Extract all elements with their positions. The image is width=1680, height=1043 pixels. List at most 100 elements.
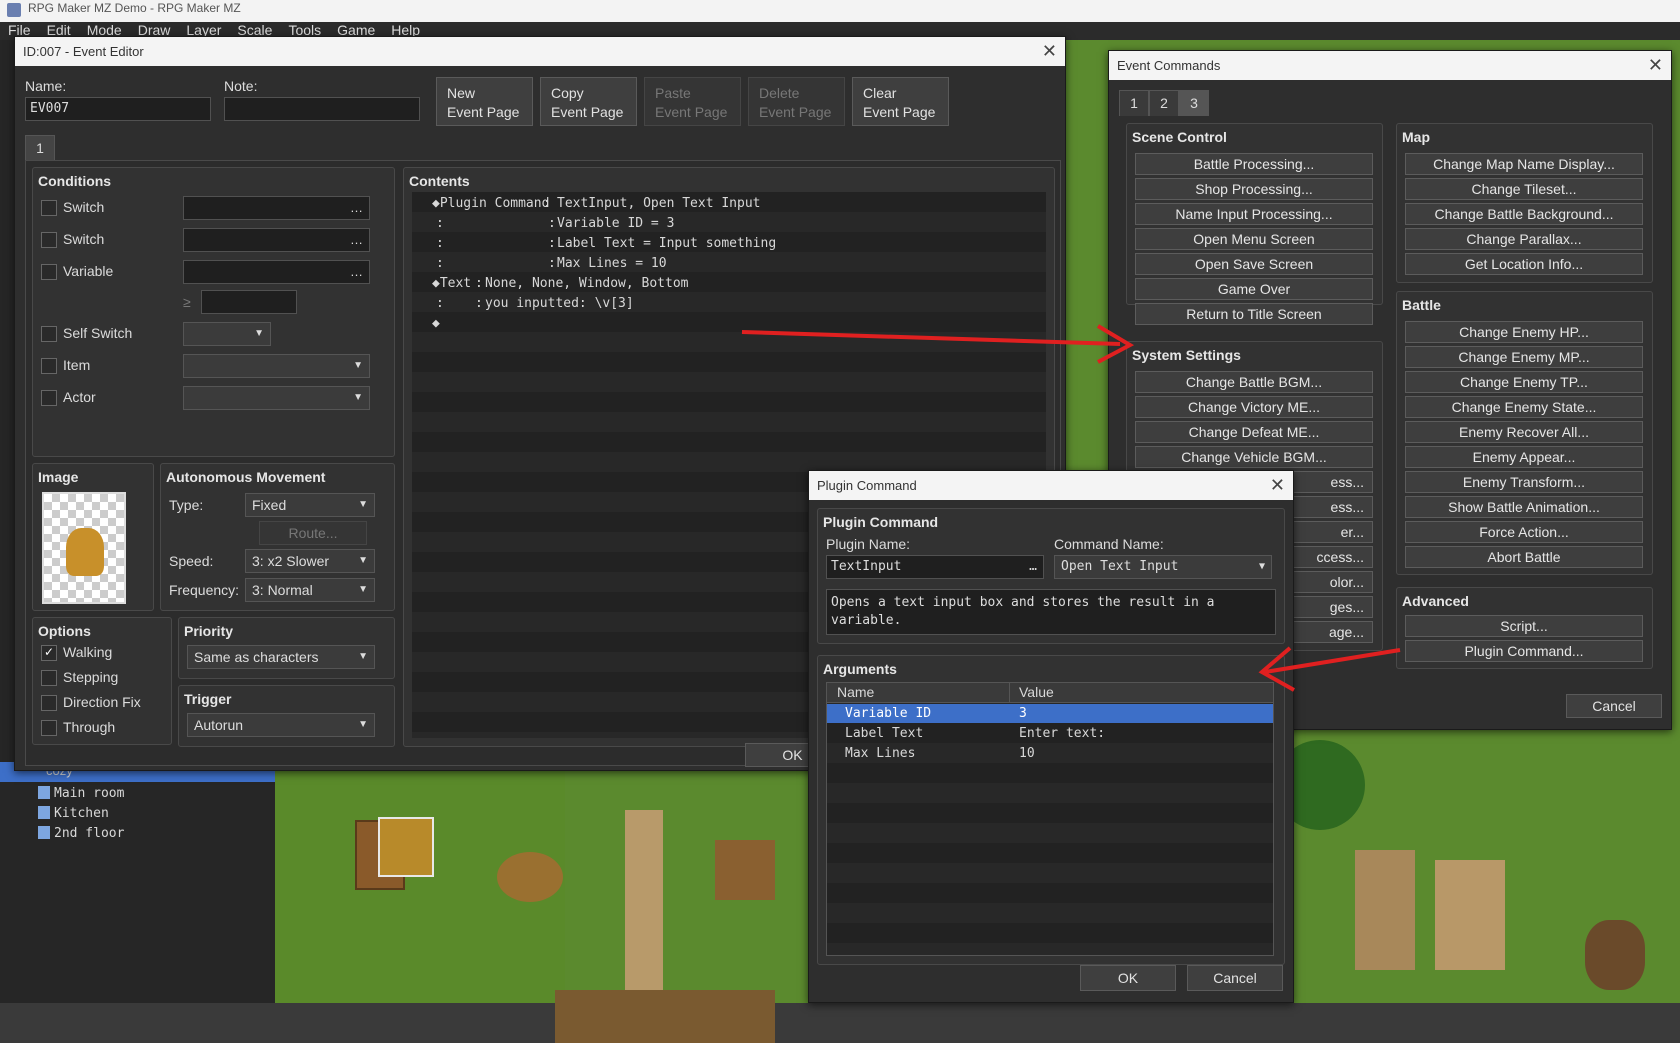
name-label: Name: — [25, 78, 67, 94]
change-map-name-display-button[interactable]: Change Map Name Display... — [1405, 153, 1643, 175]
enemy-recover-all-button[interactable]: Enemy Recover All... — [1405, 421, 1643, 443]
options-title: Options — [38, 623, 91, 639]
switch1-field[interactable]: … — [183, 196, 370, 220]
return-to-title-button[interactable]: Return to Title Screen — [1135, 303, 1373, 325]
chevron-down-icon: ▼ — [358, 719, 368, 730]
command-row[interactable]: :: Label Text = Input something — [412, 234, 1046, 253]
speed-label: Speed: — [169, 553, 214, 569]
frequency-dropdown[interactable]: 3: Normal ▼ — [245, 578, 375, 602]
name-field[interactable]: EV007 — [25, 97, 211, 121]
close-icon[interactable]: ✕ — [1270, 471, 1285, 500]
item-checkbox[interactable] — [41, 358, 57, 374]
priority-group: Priority Same as characters ▼ — [178, 617, 395, 679]
show-battle-animation-button[interactable]: Show Battle Animation... — [1405, 496, 1643, 518]
switch2-field[interactable]: … — [183, 228, 370, 252]
map-icon — [38, 806, 50, 819]
plugin-command-button[interactable]: Plugin Command... — [1405, 640, 1643, 662]
variable-label: Variable — [63, 263, 114, 279]
command-name-dropdown[interactable]: Open Text Input ▼ — [1054, 555, 1272, 579]
note-field[interactable] — [224, 97, 420, 121]
force-action-button[interactable]: Force Action... — [1405, 521, 1643, 543]
change-enemy-state-button[interactable]: Change Enemy State... — [1405, 396, 1643, 418]
stepping-label: Stepping — [63, 669, 119, 685]
switch1-checkbox[interactable] — [41, 200, 57, 216]
abort-battle-button[interactable]: Abort Battle — [1405, 546, 1643, 568]
plugin-description: Opens a text input box and stores the re… — [826, 589, 1276, 635]
command-row[interactable]: :: Max Lines = 10 — [412, 254, 1046, 273]
chevron-down-icon: ▼ — [358, 584, 368, 595]
variable-field[interactable]: … — [183, 260, 370, 284]
change-enemy-mp-button[interactable]: Change Enemy MP... — [1405, 346, 1643, 368]
tab-1[interactable]: 1 — [1119, 90, 1149, 116]
priority-dropdown[interactable]: Same as characters ▼ — [187, 645, 375, 669]
self-switch-checkbox[interactable] — [41, 326, 57, 342]
speed-dropdown[interactable]: 3: x2 Slower ▼ — [245, 549, 375, 573]
map-tree-item[interactable]: Main room — [38, 786, 124, 801]
name-input-processing-button[interactable]: Name Input Processing... — [1135, 203, 1373, 225]
event-image-picker[interactable] — [42, 492, 126, 604]
open-menu-screen-button[interactable]: Open Menu Screen — [1135, 228, 1373, 250]
open-save-screen-button[interactable]: Open Save Screen — [1135, 253, 1373, 275]
change-battle-bgm-button[interactable]: Change Battle BGM... — [1135, 371, 1373, 393]
paste-event-page-button[interactable]: Paste Event Page — [644, 77, 741, 126]
col-name-header[interactable]: Name — [837, 684, 874, 700]
change-enemy-tp-button[interactable]: Change Enemy TP... — [1405, 371, 1643, 393]
change-defeat-me-button[interactable]: Change Defeat ME... — [1135, 421, 1373, 443]
change-battle-background-button[interactable]: Change Battle Background... — [1405, 203, 1643, 225]
scene-control-group: Scene Control Battle Processing... Shop … — [1126, 123, 1383, 325]
clear-event-page-button[interactable]: Clear Event Page — [852, 77, 949, 126]
enemy-appear-button[interactable]: Enemy Appear... — [1405, 446, 1643, 468]
stepping-checkbox[interactable] — [41, 670, 57, 686]
switch2-checkbox[interactable] — [41, 232, 57, 248]
argument-row[interactable]: Max Lines 10 — [827, 744, 1273, 763]
walking-label: Walking — [63, 644, 113, 660]
change-parallax-button[interactable]: Change Parallax... — [1405, 228, 1643, 250]
command-row[interactable]: :: Variable ID = 3 — [412, 214, 1046, 233]
copy-event-page-button[interactable]: Copy Event Page — [540, 77, 637, 126]
enemy-transform-button[interactable]: Enemy Transform... — [1405, 471, 1643, 493]
ok-button[interactable]: OK — [1080, 965, 1176, 991]
close-icon[interactable]: ✕ — [1648, 51, 1663, 80]
script-button[interactable]: Script... — [1405, 615, 1643, 637]
variable-checkbox[interactable] — [41, 264, 57, 280]
get-location-info-button[interactable]: Get Location Info... — [1405, 253, 1643, 275]
tab-3[interactable]: 3 — [1179, 90, 1209, 116]
map-tree-item[interactable]: Kitchen — [38, 806, 109, 821]
walking-checkbox[interactable]: ✓ — [41, 645, 57, 661]
change-tileset-button[interactable]: Change Tileset... — [1405, 178, 1643, 200]
change-victory-me-button[interactable]: Change Victory ME... — [1135, 396, 1373, 418]
new-event-page-button[interactable]: New Event Page — [436, 77, 533, 126]
item-dropdown[interactable]: ▼ — [183, 354, 370, 378]
argument-row[interactable]: Label Text Enter text: — [827, 724, 1273, 743]
battle-processing-button[interactable]: Battle Processing... — [1135, 153, 1373, 175]
route-button[interactable]: Route... — [259, 521, 367, 545]
command-row[interactable]: ◆Plugin Command: TextInput, Open Text Inp… — [412, 194, 1046, 213]
trigger-dropdown[interactable]: Autorun ▼ — [187, 713, 375, 737]
command-row[interactable]: ◆Text: None, None, Window, Bottom — [412, 274, 1046, 293]
game-over-button[interactable]: Game Over — [1135, 278, 1373, 300]
self-switch-dropdown[interactable]: ▼ — [183, 322, 271, 346]
map-tree-item[interactable]: 2nd floor — [38, 826, 124, 841]
command-row[interactable]: :: you inputted: \v[3] — [412, 294, 1046, 313]
type-dropdown[interactable]: Fixed ▼ — [245, 493, 375, 517]
argument-row-selected[interactable]: Variable ID 3 — [827, 704, 1273, 723]
change-enemy-hp-button[interactable]: Change Enemy HP... — [1405, 321, 1643, 343]
cancel-button[interactable]: Cancel — [1187, 965, 1283, 991]
direction-fix-checkbox[interactable] — [41, 695, 57, 711]
cancel-button[interactable]: Cancel — [1566, 694, 1662, 718]
col-value-header[interactable]: Value — [1019, 684, 1054, 700]
change-vehicle-bgm-button[interactable]: Change Vehicle BGM... — [1135, 446, 1373, 468]
command-row[interactable]: ◆ — [412, 314, 1046, 333]
actor-dropdown[interactable]: ▼ — [183, 386, 370, 410]
shop-processing-button[interactable]: Shop Processing... — [1135, 178, 1373, 200]
through-checkbox[interactable] — [41, 720, 57, 736]
delete-event-page-button[interactable]: Delete Event Page — [748, 77, 845, 126]
plugin-command-title-bar: Plugin Command ✕ — [809, 471, 1293, 500]
variable-value-stepper[interactable] — [201, 290, 297, 314]
plugin-command-group: Plugin Command Plugin Name: TextInput… C… — [817, 508, 1285, 644]
tab-2[interactable]: 2 — [1149, 90, 1179, 116]
plugin-name-field[interactable]: TextInput… — [826, 555, 1044, 579]
actor-checkbox[interactable] — [41, 390, 57, 406]
tab-page-1[interactable]: 1 — [25, 135, 55, 161]
close-icon[interactable]: ✕ — [1042, 37, 1057, 66]
